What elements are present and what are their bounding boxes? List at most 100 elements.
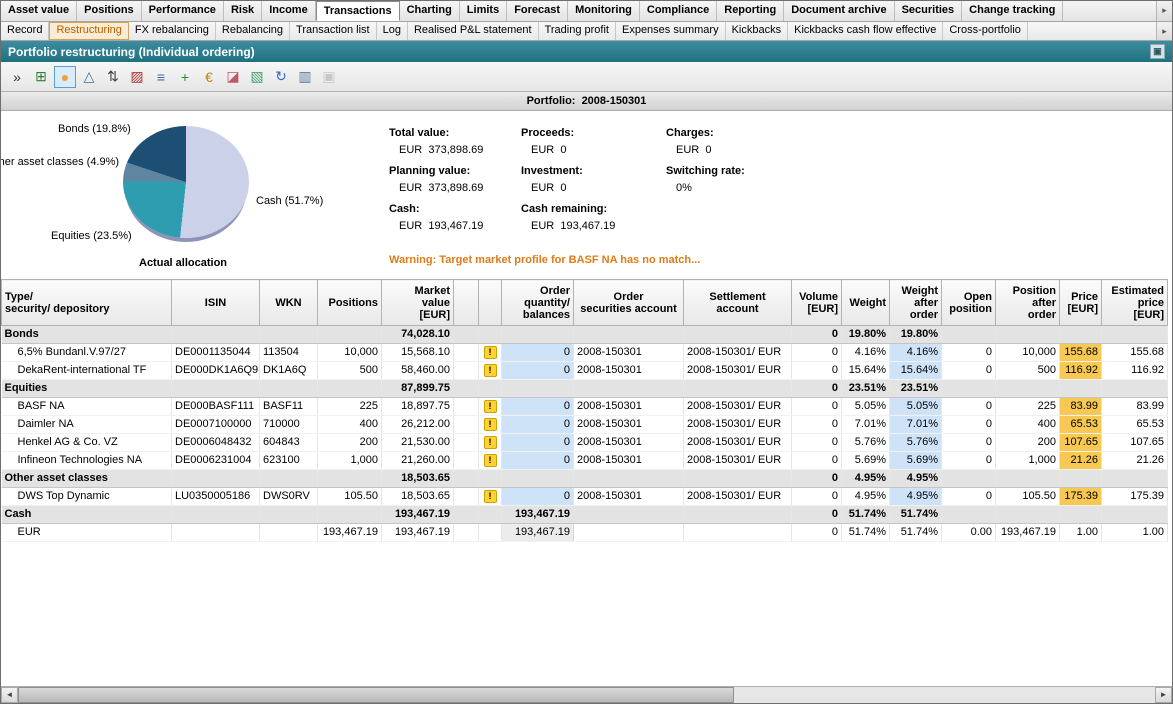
tab-rebalancing[interactable]: Rebalancing bbox=[216, 22, 290, 40]
row-basf-na[interactable]: BASF NADE000BASF111BASF1122518,897.75!02… bbox=[2, 398, 1168, 416]
scroll-left-button[interactable]: ◄ bbox=[1, 687, 18, 703]
globe-icon[interactable]: ● bbox=[54, 66, 76, 88]
column-header-wkn[interactable]: WKN bbox=[260, 280, 318, 326]
column-header-order_qty[interactable]: Order quantity/ balances bbox=[502, 280, 574, 326]
order-quantity-cell[interactable]: 0 bbox=[502, 362, 574, 380]
column-header-pos_after[interactable]: Position after order bbox=[996, 280, 1060, 326]
tab-performance[interactable]: Performance bbox=[142, 1, 224, 21]
column-header-weight_after[interactable]: Weight after order bbox=[890, 280, 942, 326]
order-quantity-cell[interactable]: 0 bbox=[502, 416, 574, 434]
tab-kickbacks-cash-flow-effective[interactable]: Kickbacks cash flow effective bbox=[788, 22, 943, 40]
tab-transactions[interactable]: Transactions bbox=[316, 1, 400, 21]
tab-cross-portfolio[interactable]: Cross-portfolio bbox=[943, 22, 1028, 40]
tab-kickbacks[interactable]: Kickbacks bbox=[726, 22, 789, 40]
column-header-c1[interactable] bbox=[454, 280, 479, 326]
tab-change-tracking[interactable]: Change tracking bbox=[962, 1, 1063, 21]
group-row-other-asset-classes[interactable]: Other asset classes18,503.6504.95%4.95% bbox=[2, 470, 1168, 488]
eraser-icon[interactable]: ◪ bbox=[222, 66, 244, 88]
column-header-isin[interactable]: ISIN bbox=[172, 280, 260, 326]
tab-forecast[interactable]: Forecast bbox=[507, 1, 568, 21]
group-row-cash[interactable]: Cash193,467.19193,467.19051.74%51.74% bbox=[2, 506, 1168, 524]
cell-isin: DE0006048432 bbox=[172, 434, 260, 452]
tab-income[interactable]: Income bbox=[262, 1, 316, 21]
tab-asset-value[interactable]: Asset value bbox=[1, 1, 77, 21]
chart-magnifier-icon[interactable]: ▥ bbox=[294, 66, 316, 88]
sliders-icon[interactable]: ≡ bbox=[150, 66, 172, 88]
column-header-price[interactable]: Price [EUR] bbox=[1060, 280, 1102, 326]
cell-name: DWS Top Dynamic bbox=[2, 488, 172, 506]
warning-icon[interactable]: ! bbox=[484, 490, 497, 503]
tab-document-archive[interactable]: Document archive bbox=[784, 1, 894, 21]
warning-icon[interactable]: ! bbox=[484, 400, 497, 413]
column-header-settlement[interactable]: Settlement account bbox=[684, 280, 792, 326]
cell-pos_after bbox=[996, 470, 1060, 488]
group-row-bonds[interactable]: Bonds74,028.10019.80%19.80% bbox=[2, 326, 1168, 344]
sort-order-icon[interactable]: ⇅ bbox=[102, 66, 124, 88]
overflow-chevron-icon[interactable]: » bbox=[6, 66, 28, 88]
tab-monitoring[interactable]: Monitoring bbox=[568, 1, 640, 21]
row-eur[interactable]: EUR193,467.19193,467.19193,467.19051.74%… bbox=[2, 524, 1168, 542]
tab-transaction-list[interactable]: Transaction list bbox=[290, 22, 377, 40]
tab-compliance[interactable]: Compliance bbox=[640, 1, 717, 21]
column-header-est_price[interactable]: Estimated price [EUR] bbox=[1102, 280, 1168, 326]
order-quantity-cell[interactable]: 0 bbox=[502, 488, 574, 506]
row-6-5-bundanl-v-97-27[interactable]: 6,5% Bundanl.V.97/27DE000113504411350410… bbox=[2, 344, 1168, 362]
cell-pos_after: 225 bbox=[996, 398, 1060, 416]
tab-expenses-summary[interactable]: Expenses summary bbox=[616, 22, 726, 40]
cell-price bbox=[1060, 470, 1102, 488]
column-header-weight[interactable]: Weight bbox=[842, 280, 890, 326]
warning-icon[interactable]: ! bbox=[484, 364, 497, 377]
order-quantity-cell[interactable]: 0 bbox=[502, 452, 574, 470]
sub-tab-scroll-button[interactable]: ▸ bbox=[1156, 22, 1172, 40]
column-header-warn[interactable] bbox=[479, 280, 502, 326]
euro-icon[interactable]: € bbox=[198, 66, 220, 88]
scrollbar-track[interactable] bbox=[734, 687, 1155, 703]
scrollbar-thumb[interactable] bbox=[18, 687, 734, 703]
tab-charting[interactable]: Charting bbox=[400, 1, 460, 21]
row-infineon-technologies-na[interactable]: Infineon Technologies NADE00062310046231… bbox=[2, 452, 1168, 470]
warning-icon[interactable]: ! bbox=[484, 418, 497, 431]
order-quantity-cell[interactable]: 0 bbox=[502, 434, 574, 452]
row-daimler-na[interactable]: Daimler NADE000710000071000040026,212.00… bbox=[2, 416, 1168, 434]
horizontal-scrollbar[interactable]: ◄ ► bbox=[1, 686, 1172, 703]
order-quantity-cell[interactable]: 0 bbox=[502, 344, 574, 362]
triangle-icon[interactable]: △ bbox=[78, 66, 100, 88]
cell-isin bbox=[172, 524, 260, 542]
order-quantity-cell[interactable]: 0 bbox=[502, 398, 574, 416]
tab-record[interactable]: Record bbox=[1, 22, 49, 40]
column-header-order_account[interactable]: Order securities account bbox=[574, 280, 684, 326]
main-tab-scroll-button[interactable]: ▸ bbox=[1156, 1, 1172, 21]
row-dekarent-international-tf[interactable]: DekaRent-international TFDE000DK1A6Q9DK1… bbox=[2, 362, 1168, 380]
title-bar-button[interactable]: ▣ bbox=[1150, 44, 1165, 59]
warning-icon[interactable]: ! bbox=[484, 346, 497, 359]
column-header-open_pos[interactable]: Open position bbox=[942, 280, 996, 326]
scroll-right-button[interactable]: ► bbox=[1155, 687, 1172, 703]
cell-open_pos bbox=[942, 506, 996, 524]
column-header-market_value[interactable]: Market value [EUR] bbox=[382, 280, 454, 326]
tab-risk[interactable]: Risk bbox=[224, 1, 262, 21]
tab-securities[interactable]: Securities bbox=[895, 1, 963, 21]
refresh-clock-icon[interactable]: ↻ bbox=[270, 66, 292, 88]
tab-limits[interactable]: Limits bbox=[460, 1, 507, 21]
allocation-table-icon[interactable]: ⊞ bbox=[30, 66, 52, 88]
tab-fx-rebalancing[interactable]: FX rebalancing bbox=[129, 22, 216, 40]
column-header-positions[interactable]: Positions bbox=[318, 280, 382, 326]
tab-log[interactable]: Log bbox=[377, 22, 408, 40]
copy-icon[interactable]: ▣ bbox=[318, 66, 340, 88]
warning-icon[interactable]: ! bbox=[484, 436, 497, 449]
tab-restructuring[interactable]: Restructuring bbox=[49, 22, 128, 40]
tab-reporting[interactable]: Reporting bbox=[717, 1, 784, 21]
row-henkel-ag-co-vz[interactable]: Henkel AG & Co. VZDE00060484326048432002… bbox=[2, 434, 1168, 452]
row-dws-top-dynamic[interactable]: DWS Top DynamicLU0350005186DWS0RV105.501… bbox=[2, 488, 1168, 506]
column-header-volume[interactable]: Volume [EUR] bbox=[792, 280, 842, 326]
chart-export-icon[interactable]: ▧ bbox=[246, 66, 268, 88]
tab-realised-p-l-statement[interactable]: Realised P&L statement bbox=[408, 22, 539, 40]
tab-positions[interactable]: Positions bbox=[77, 1, 142, 21]
group-row-equities[interactable]: Equities87,899.75023.51%23.51% bbox=[2, 380, 1168, 398]
add-icon[interactable]: + bbox=[174, 66, 196, 88]
cell-pos_after: 400 bbox=[996, 416, 1060, 434]
column-header-name[interactable]: Type/ security/ depository bbox=[2, 280, 172, 326]
warning-icon[interactable]: ! bbox=[484, 454, 497, 467]
diagonal-chart-icon[interactable]: ▨ bbox=[126, 66, 148, 88]
tab-trading-profit[interactable]: Trading profit bbox=[539, 22, 616, 40]
